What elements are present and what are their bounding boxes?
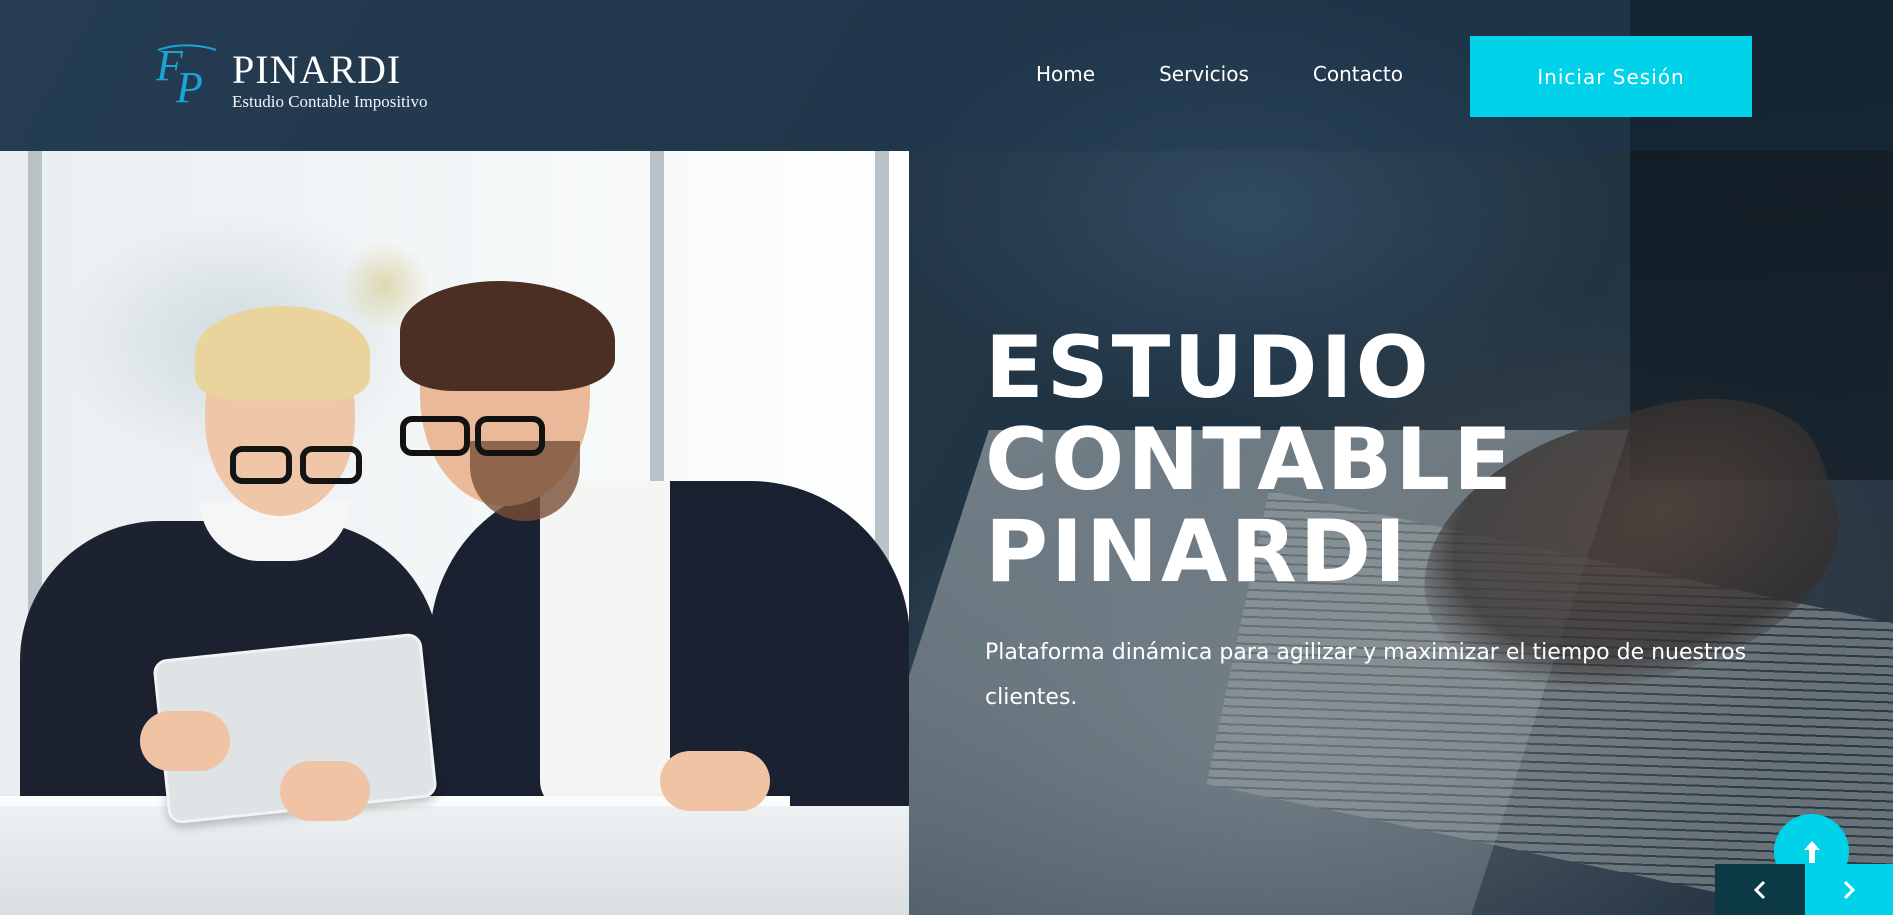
man-glasses bbox=[475, 416, 545, 456]
slider-prev-button[interactable] bbox=[1715, 864, 1805, 915]
man-hair bbox=[400, 281, 615, 391]
woman-hand bbox=[280, 761, 370, 821]
woman-hair bbox=[195, 306, 370, 401]
hero-photo bbox=[0, 151, 909, 915]
arrow-up-icon bbox=[1803, 840, 1820, 863]
login-button[interactable]: Iniciar Sesión bbox=[1470, 36, 1752, 117]
chevron-left-icon bbox=[1753, 880, 1766, 899]
logo-monogram-icon: F P bbox=[155, 41, 217, 112]
woman-glasses bbox=[230, 446, 292, 484]
svg-text:P: P bbox=[175, 63, 203, 112]
woman-hand bbox=[140, 711, 230, 771]
nav-contacto[interactable]: Contacto bbox=[1313, 62, 1403, 92]
main-nav: Home Servicios Contacto bbox=[1036, 62, 1467, 92]
logo-tagline: Estudio Contable Impositivo bbox=[232, 92, 428, 111]
site-header: F P PINARDI Estudio Contable Impositivo … bbox=[0, 0, 1893, 151]
hero-title-line: CONTABLE bbox=[985, 410, 1515, 510]
desk bbox=[0, 806, 909, 915]
man-hand bbox=[660, 751, 770, 811]
site-logo[interactable]: F P PINARDI Estudio Contable Impositivo bbox=[150, 36, 440, 116]
logo-name: PINARDI bbox=[232, 47, 402, 92]
chevron-right-icon bbox=[1843, 880, 1856, 899]
slider-next-button[interactable] bbox=[1805, 864, 1893, 915]
nav-servicios[interactable]: Servicios bbox=[1159, 62, 1249, 92]
nav-home[interactable]: Home bbox=[1036, 62, 1095, 92]
man-glasses bbox=[400, 416, 470, 456]
hero-title: ESTUDIO CONTABLE PINARDI bbox=[985, 322, 1685, 598]
hero-title-line: ESTUDIO bbox=[985, 318, 1432, 418]
woman-glasses bbox=[300, 446, 362, 484]
hero-title-line: PINARDI bbox=[985, 502, 1410, 602]
hero-subtitle: Plataforma dinámica para agilizar y maxi… bbox=[985, 640, 1747, 710]
man-shirt bbox=[540, 481, 670, 811]
